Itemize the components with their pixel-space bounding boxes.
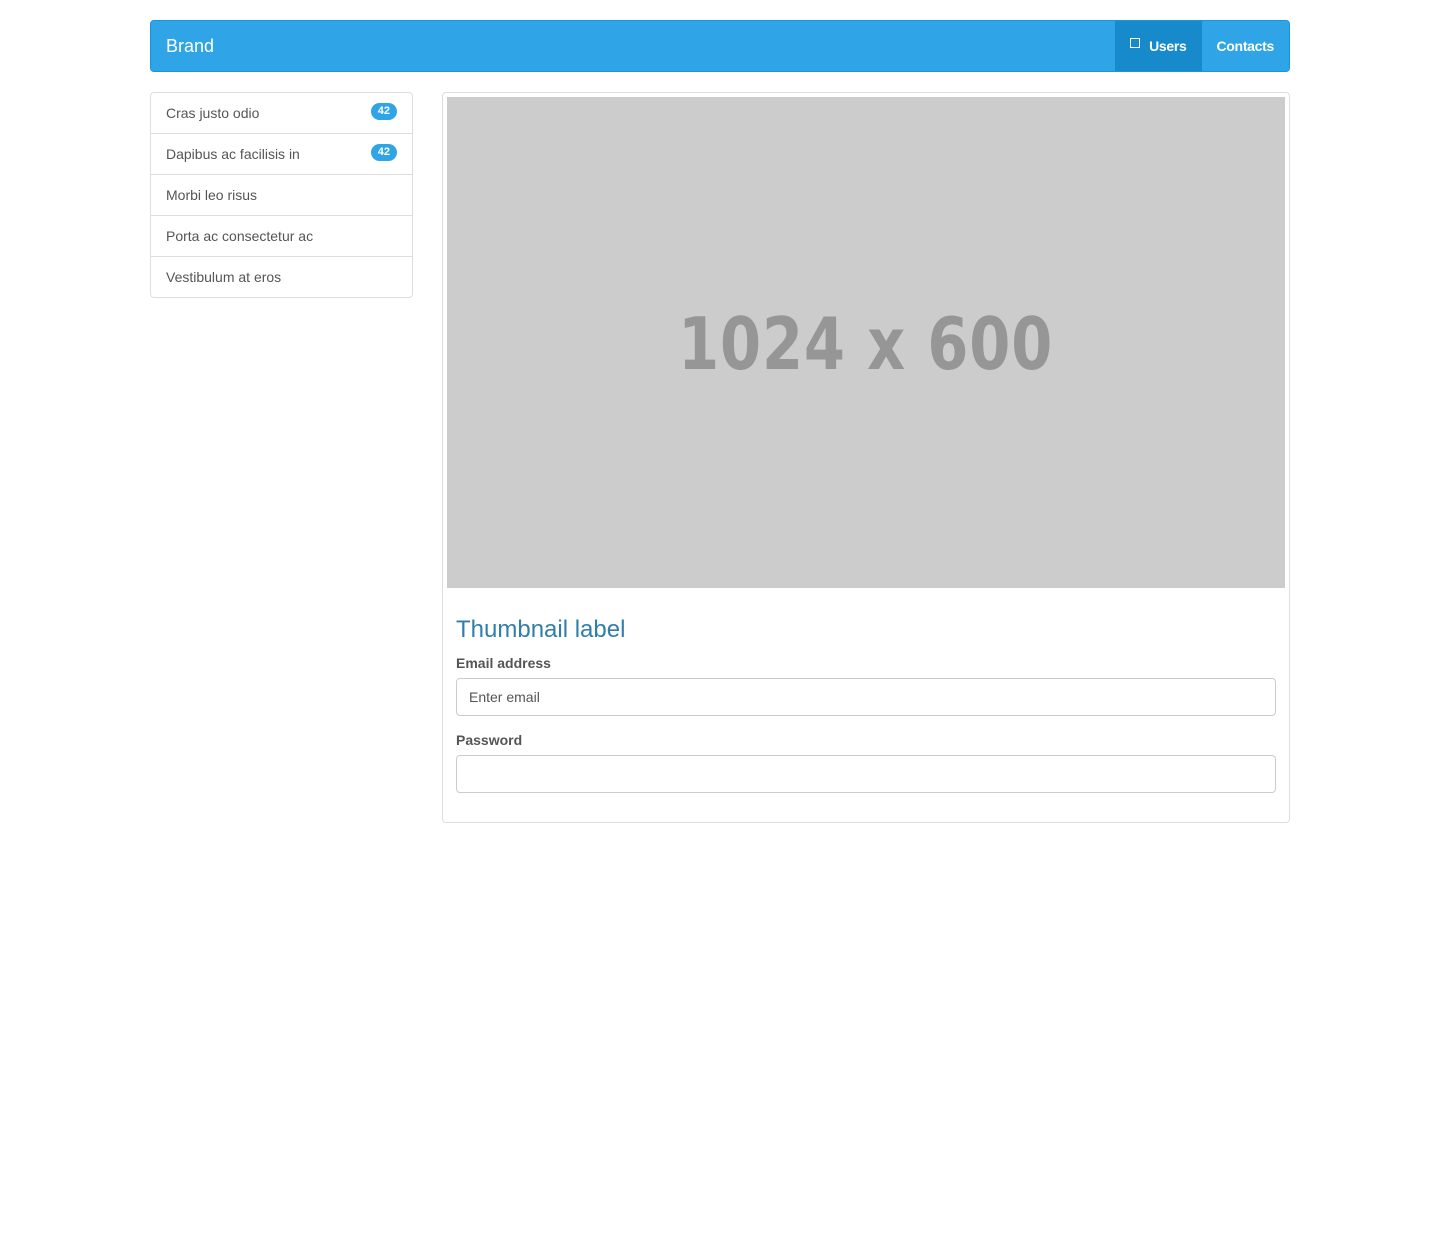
nav-item-contacts-label: Contacts xyxy=(1216,38,1275,54)
list-item[interactable]: Morbi leo risus xyxy=(151,175,412,216)
list-item[interactable]: Vestibulum at eros xyxy=(151,257,412,297)
thumbnail-title: Thumbnail label xyxy=(456,616,626,643)
email-label: Email address xyxy=(456,655,551,671)
login-form: Email address Password xyxy=(456,655,1276,793)
placeholder-image-text: 1024 x 600 xyxy=(678,302,1054,386)
count-badge: 42 xyxy=(370,143,397,161)
square-outline-icon xyxy=(1130,38,1141,48)
list-item[interactable]: Cras justo odio 42 xyxy=(151,93,412,134)
placeholder-image: 1024 x 600 xyxy=(447,97,1285,588)
list-item-label: Cras justo odio xyxy=(166,105,260,121)
thumbnail-card: 1024 x 600 Thumbnail label Email address… xyxy=(442,92,1290,823)
list-item-label: Morbi leo risus xyxy=(166,187,258,203)
nav-item-contacts[interactable]: Contacts xyxy=(1202,21,1290,71)
list-item-label: Vestibulum at eros xyxy=(166,269,282,285)
navbar-menu: Users Contacts xyxy=(1115,21,1289,71)
password-label: Password xyxy=(456,732,523,748)
sidebar-list-group: Cras justo odio 42 Dapibus ac facilisis … xyxy=(150,92,413,298)
password-form-group: Password xyxy=(456,732,1276,793)
list-item[interactable]: Porta ac consectetur ac xyxy=(151,216,412,257)
email-form-group: Email address xyxy=(456,655,1276,716)
nav-item-users[interactable]: Users xyxy=(1115,21,1202,71)
list-item-label: Porta ac consectetur ac xyxy=(166,228,314,244)
list-item[interactable]: Dapibus ac facilisis in 42 xyxy=(151,134,412,175)
brand-link[interactable]: Brand xyxy=(151,21,214,71)
thumbnail-caption: Thumbnail label Email address Password xyxy=(447,616,1285,793)
password-field[interactable] xyxy=(456,755,1276,793)
list-item-label: Dapibus ac facilisis in xyxy=(166,146,300,162)
count-badge: 42 xyxy=(370,102,397,120)
email-field[interactable] xyxy=(456,678,1276,716)
page-container: Brand Users Contacts Cras justo odio 42 … xyxy=(150,20,1290,823)
nav-item-users-label: Users xyxy=(1149,38,1187,54)
navbar: Brand Users Contacts xyxy=(150,20,1290,72)
